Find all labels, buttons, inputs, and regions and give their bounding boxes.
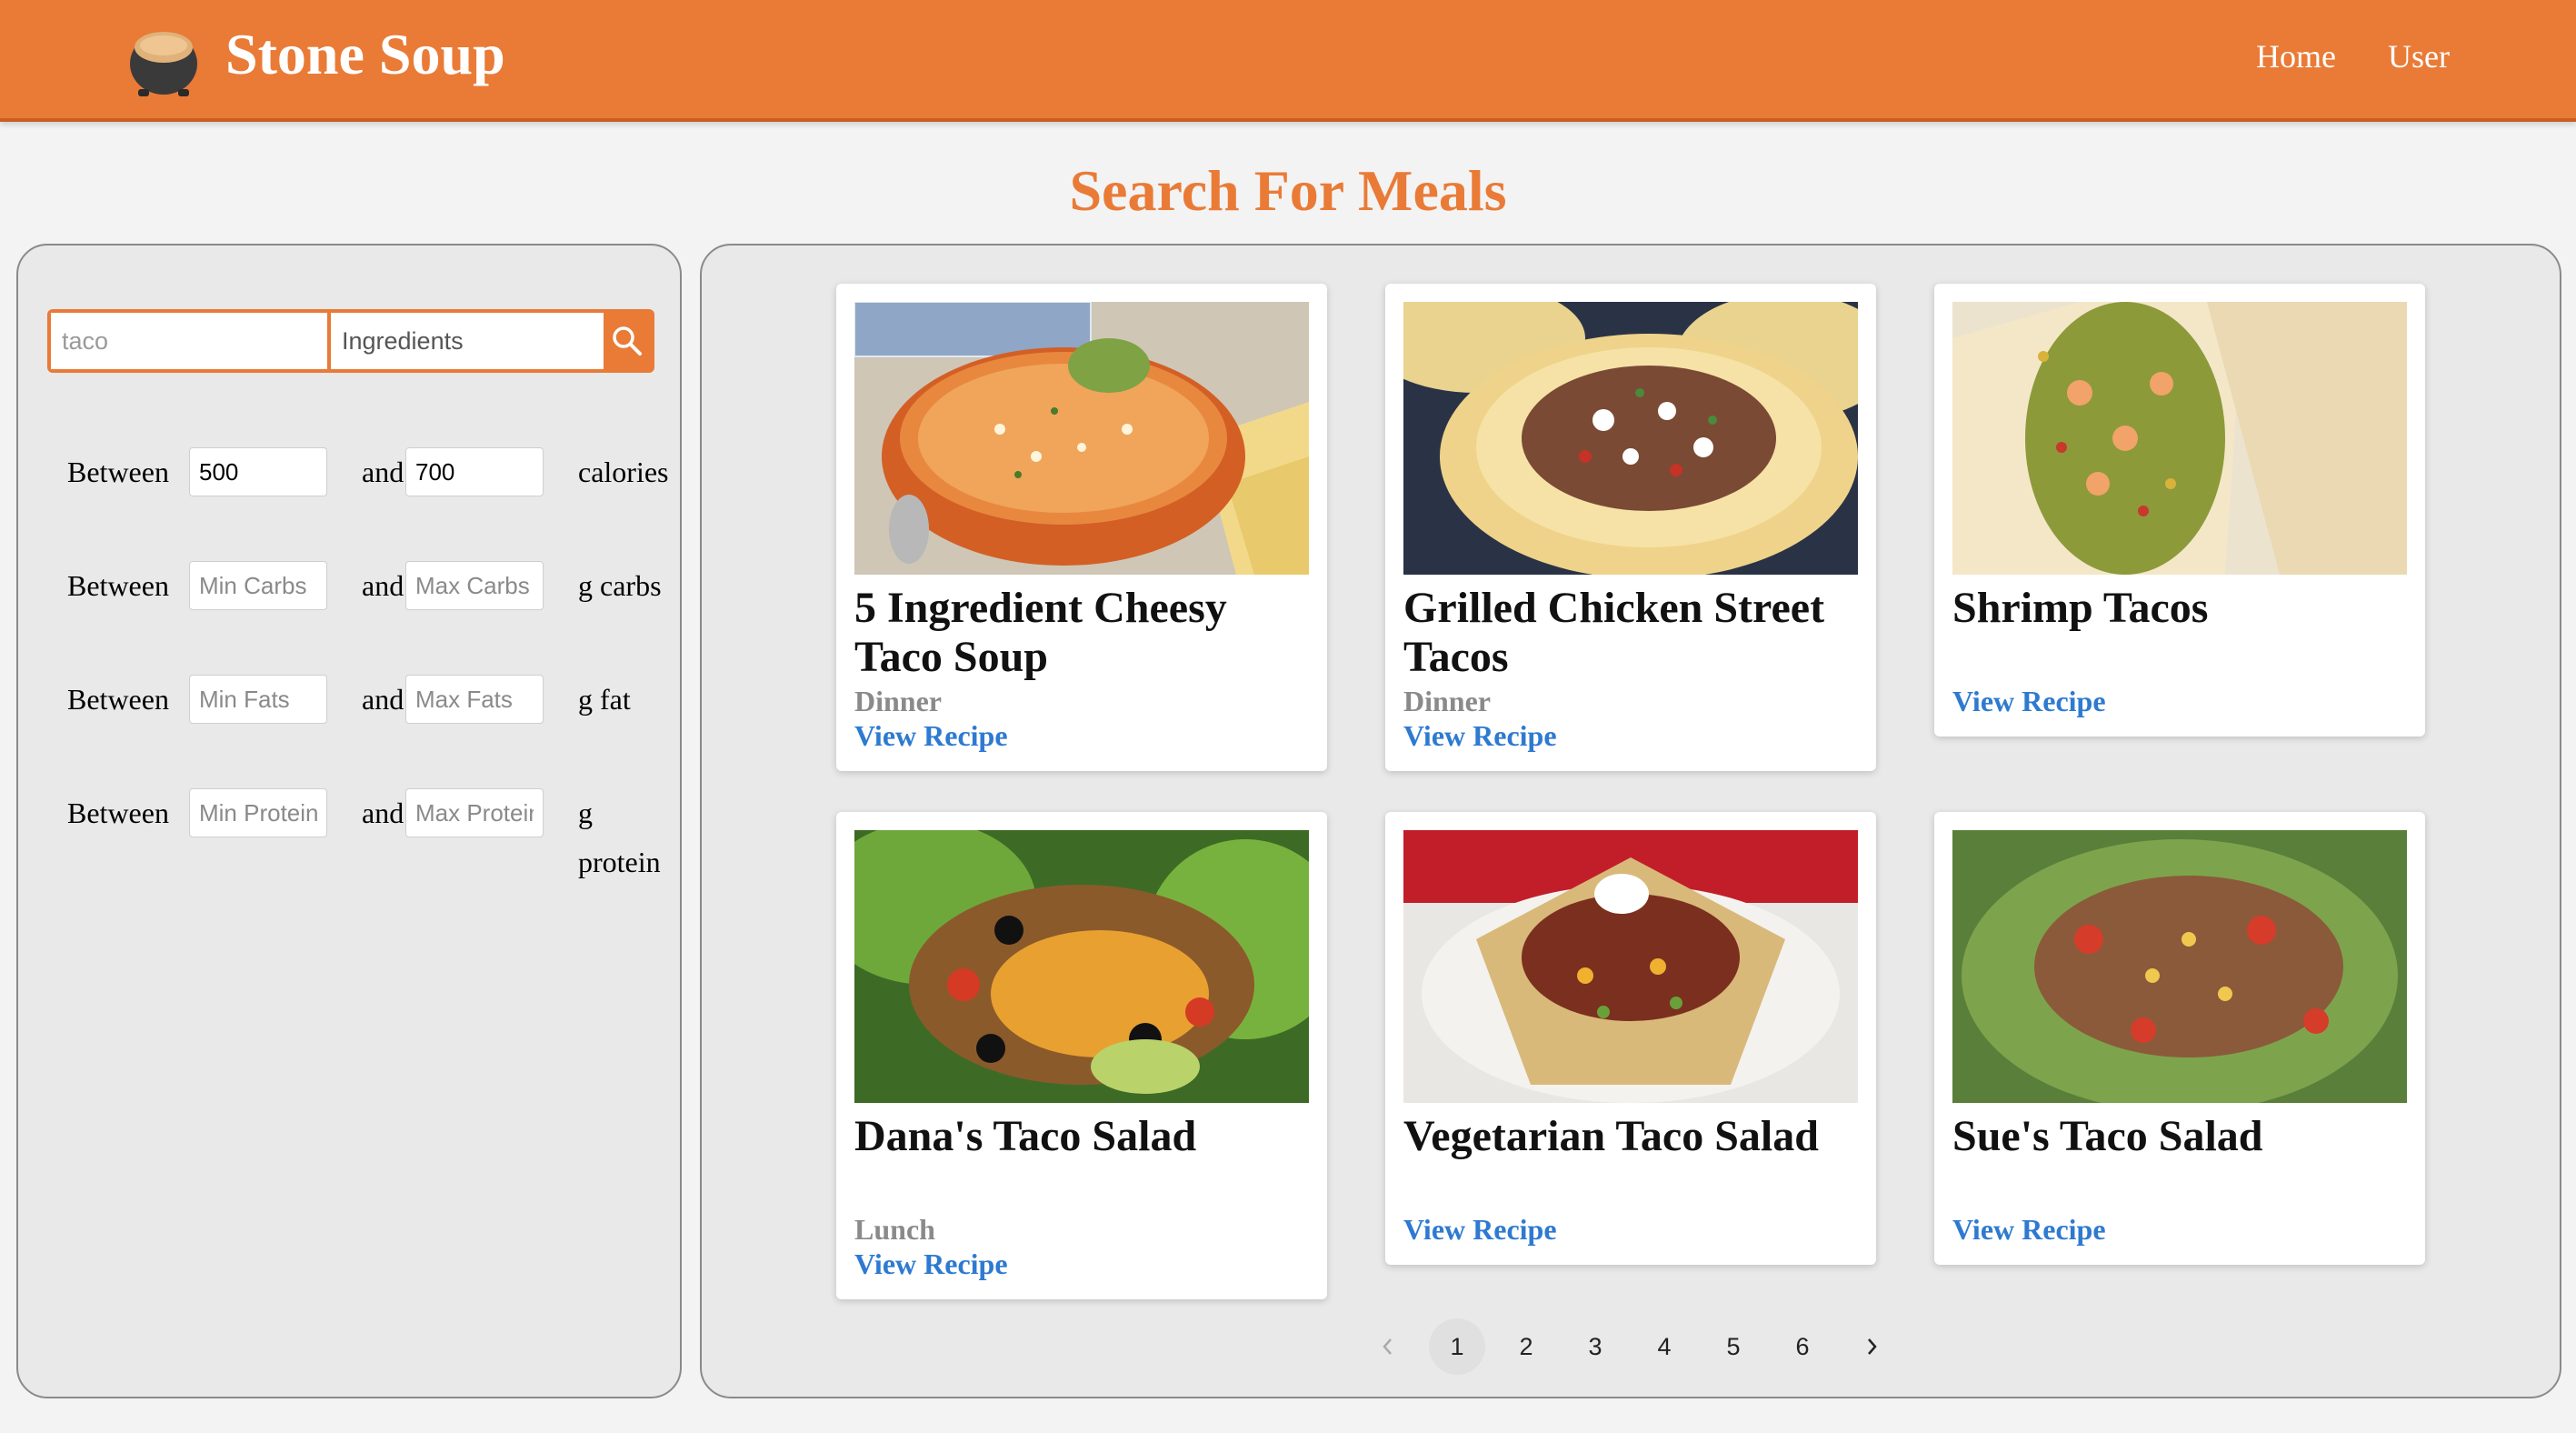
recipe-image[interactable] (1952, 830, 2407, 1103)
recipe-card[interactable]: Grilled Chicken Street Tacos Dinner View… (1385, 284, 1876, 771)
search-button[interactable] (604, 313, 651, 369)
page-button-5[interactable]: 5 (1705, 1318, 1762, 1375)
prev-page-button[interactable] (1360, 1318, 1416, 1375)
chevron-left-icon (1383, 1338, 1392, 1355)
recipe-title: Grilled Chicken Street Tacos (1403, 584, 1825, 681)
recipe-image[interactable] (854, 302, 1309, 575)
min-protein-input[interactable] (189, 788, 327, 837)
meal-type-label: Dinner (854, 685, 942, 717)
view-recipe-link[interactable]: View Recipe (1403, 1212, 1557, 1247)
unit-label: calories (578, 456, 669, 488)
search-type-input[interactable] (331, 313, 607, 369)
view-recipe-link[interactable]: View Recipe (1952, 684, 2106, 718)
next-page-button[interactable] (1843, 1318, 1900, 1375)
top-navbar: Stone Soup Home User (0, 0, 2576, 122)
recipe-image[interactable] (1403, 830, 1858, 1103)
recipe-card[interactable]: Vegetarian Taco Salad View Recipe (1385, 812, 1876, 1265)
recipe-title: Vegetarian Taco Salad (1403, 1112, 1819, 1160)
recipe-image[interactable] (1952, 302, 2407, 575)
fats-filter-row: Between and g fat (51, 675, 669, 724)
page-button-6[interactable]: 6 (1774, 1318, 1831, 1375)
protein-filter-row: Between and g protein (51, 788, 669, 878)
recipe-card[interactable]: 5 Ingredient Cheesy Taco Soup Dinner Vie… (836, 284, 1327, 771)
min-carbs-input[interactable] (189, 561, 327, 610)
recipe-title: Sue's Taco Salad (1952, 1112, 2263, 1160)
page-button-2[interactable]: 2 (1498, 1318, 1554, 1375)
nav-home-link[interactable]: Home (2256, 35, 2336, 78)
max-fats-input[interactable] (405, 675, 544, 724)
between-label: Between (67, 456, 169, 488)
recipe-title: Dana's Taco Salad (854, 1112, 1197, 1160)
view-recipe-link[interactable]: View Recipe (854, 718, 1008, 753)
nav-user-link[interactable]: User (2388, 35, 2450, 78)
max-calories-input[interactable] (405, 447, 544, 496)
carbs-filter-row: Between and g carbs (51, 561, 669, 610)
between-label: Between (67, 797, 169, 829)
search-bar (47, 309, 654, 373)
chevron-right-icon (1868, 1338, 1877, 1355)
and-label: and (362, 569, 404, 602)
filter-panel: Between and calories Between and g carbs… (16, 244, 682, 1398)
recipe-title: Shrimp Tacos (1952, 584, 2209, 632)
search-query-input[interactable] (51, 313, 327, 369)
max-protein-input[interactable] (405, 788, 544, 837)
page-button-1[interactable]: 1 (1429, 1318, 1485, 1375)
meal-type-label: Lunch (854, 1213, 935, 1246)
unit-label: g carbs (578, 569, 662, 602)
calories-filter-row: Between and calories (51, 447, 669, 496)
pagination: 1 2 3 4 5 6 (1360, 1318, 1905, 1377)
and-label: and (362, 797, 404, 829)
brand-title[interactable]: Stone Soup (225, 20, 505, 89)
soup-pot-logo-icon[interactable] (127, 20, 200, 98)
view-recipe-link[interactable]: View Recipe (854, 1247, 1008, 1281)
max-carbs-input[interactable] (405, 561, 544, 610)
recipe-card[interactable]: Dana's Taco Salad Lunch View Recipe (836, 812, 1327, 1299)
and-label: and (362, 456, 404, 488)
meal-type-label: Dinner (1403, 685, 1491, 717)
search-icon (613, 326, 642, 356)
view-recipe-link[interactable]: View Recipe (1403, 718, 1557, 753)
min-fats-input[interactable] (189, 675, 327, 724)
recipe-card[interactable]: Shrimp Tacos View Recipe (1934, 284, 2425, 737)
min-calories-input[interactable] (189, 447, 327, 496)
unit-label: g protein (578, 797, 661, 878)
recipe-title: 5 Ingredient Cheesy Taco Soup (854, 584, 1227, 681)
recipe-image[interactable] (1403, 302, 1858, 575)
between-label: Between (67, 569, 169, 602)
page-button-3[interactable]: 3 (1567, 1318, 1623, 1375)
page-title: Search For Meals (1069, 158, 1507, 223)
recipe-card[interactable]: Sue's Taco Salad View Recipe (1934, 812, 2425, 1265)
and-label: and (362, 683, 404, 716)
view-recipe-link[interactable]: View Recipe (1952, 1212, 2106, 1247)
recipe-image[interactable] (854, 830, 1309, 1103)
between-label: Between (67, 683, 169, 716)
page-button-4[interactable]: 4 (1636, 1318, 1692, 1375)
unit-label: g fat (578, 683, 631, 716)
